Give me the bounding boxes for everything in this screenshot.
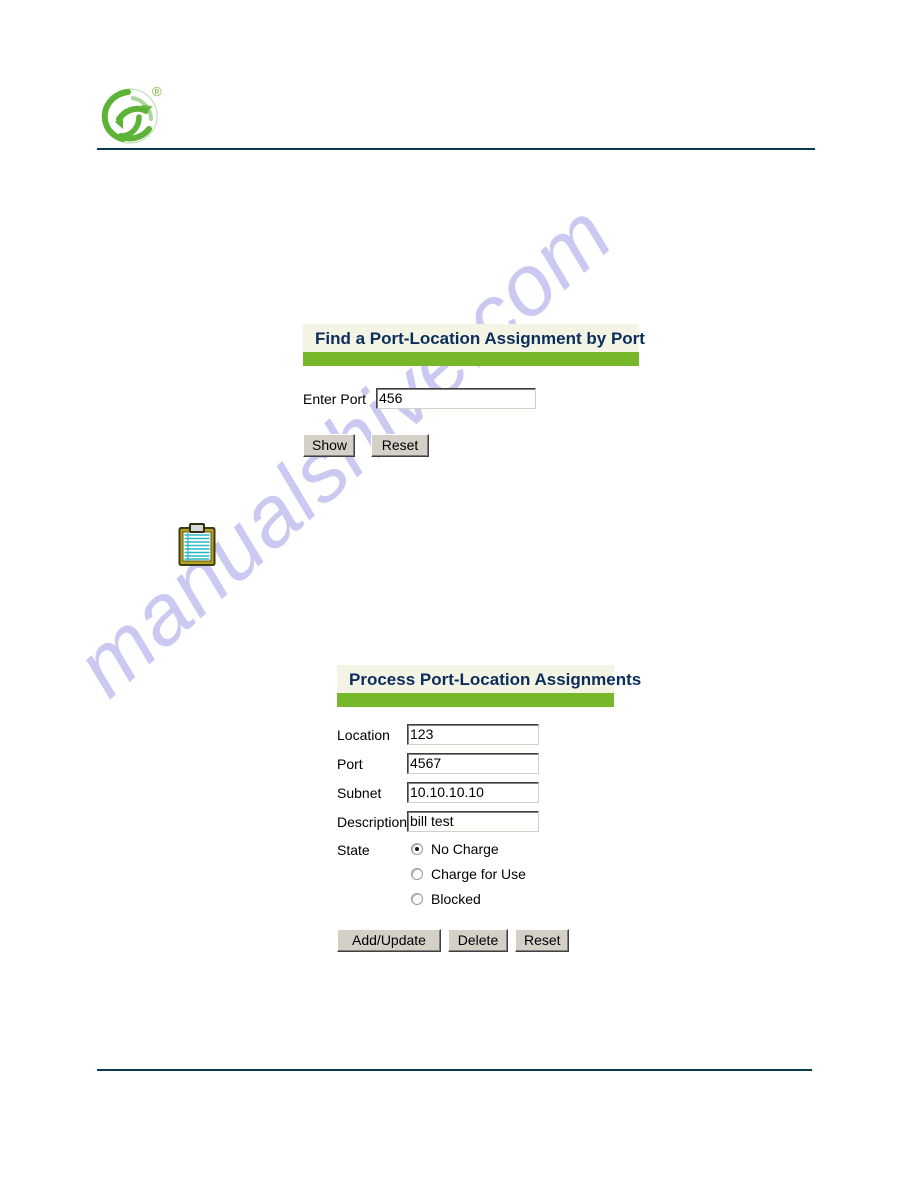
- state-group: State No Charge Charge for Use Blocked: [337, 841, 637, 916]
- subnet-label: Subnet: [337, 784, 382, 801]
- process-panel-button-row: Add/Update Delete Reset: [337, 929, 637, 952]
- enter-port-row: Enter Port 456: [303, 388, 643, 409]
- state-options: No Charge Charge for Use Blocked: [407, 841, 526, 916]
- add-update-button[interactable]: Add/Update: [337, 929, 441, 952]
- subnet-input[interactable]: 10.10.10.10: [407, 782, 539, 803]
- state-option-blocked[interactable]: Blocked: [411, 891, 526, 907]
- description-input[interactable]: bill test: [407, 811, 539, 832]
- process-panel-body: Location 123 Port 4567 Subnet 10.10.10.1…: [337, 724, 637, 952]
- registered-trademark-icon: ®: [152, 84, 162, 99]
- radio-charge-for-use-icon[interactable]: [411, 868, 423, 880]
- enter-port-label: Enter Port: [303, 390, 367, 407]
- process-panel-title: Process Port-Location Assignments: [349, 670, 642, 689]
- find-port-location-panel: Find a Port-Location Assignment by Port: [303, 324, 645, 366]
- port-label: Port: [337, 755, 363, 772]
- state-option-label: Blocked: [431, 891, 481, 907]
- clipboard-note-icon: [178, 523, 216, 567]
- process-reset-button[interactable]: Reset: [515, 929, 569, 952]
- find-panel-header: Find a Port-Location Assignment by Port: [303, 324, 645, 366]
- description-label: Description: [337, 813, 408, 830]
- find-panel-title: Find a Port-Location Assignment by Port: [315, 329, 645, 348]
- footer-divider: [97, 1069, 812, 1071]
- state-option-charge-for-use[interactable]: Charge for Use: [411, 866, 526, 882]
- process-panel-header: Process Port-Location Assignments: [337, 665, 642, 707]
- location-input[interactable]: 123: [407, 724, 539, 745]
- enter-port-input[interactable]: 456: [376, 388, 536, 409]
- state-option-label: No Charge: [431, 841, 499, 857]
- find-panel-body: Enter Port 456 Show Reset: [303, 388, 643, 457]
- header-divider: [97, 148, 815, 150]
- location-row: Location 123: [337, 724, 637, 745]
- find-panel-button-row: Show Reset: [303, 434, 643, 457]
- reset-button[interactable]: Reset: [371, 434, 429, 457]
- radio-blocked-icon[interactable]: [411, 893, 423, 905]
- process-port-location-panel: Process Port-Location Assignments: [337, 665, 642, 707]
- find-panel-green-bar: [303, 352, 639, 366]
- description-row: Description bill test: [337, 811, 637, 832]
- process-panel-green-bar: [337, 693, 614, 707]
- port-input[interactable]: 4567: [407, 753, 539, 774]
- delete-button[interactable]: Delete: [448, 929, 508, 952]
- state-label: State: [337, 842, 370, 858]
- radio-no-charge-icon[interactable]: [411, 843, 423, 855]
- page-header: ®: [0, 0, 918, 150]
- location-label: Location: [337, 726, 390, 743]
- show-button[interactable]: Show: [303, 434, 355, 457]
- state-option-no-charge[interactable]: No Charge: [411, 841, 526, 857]
- port-row: Port 4567: [337, 753, 637, 774]
- subnet-row: Subnet 10.10.10.10: [337, 782, 637, 803]
- state-option-label: Charge for Use: [431, 866, 526, 882]
